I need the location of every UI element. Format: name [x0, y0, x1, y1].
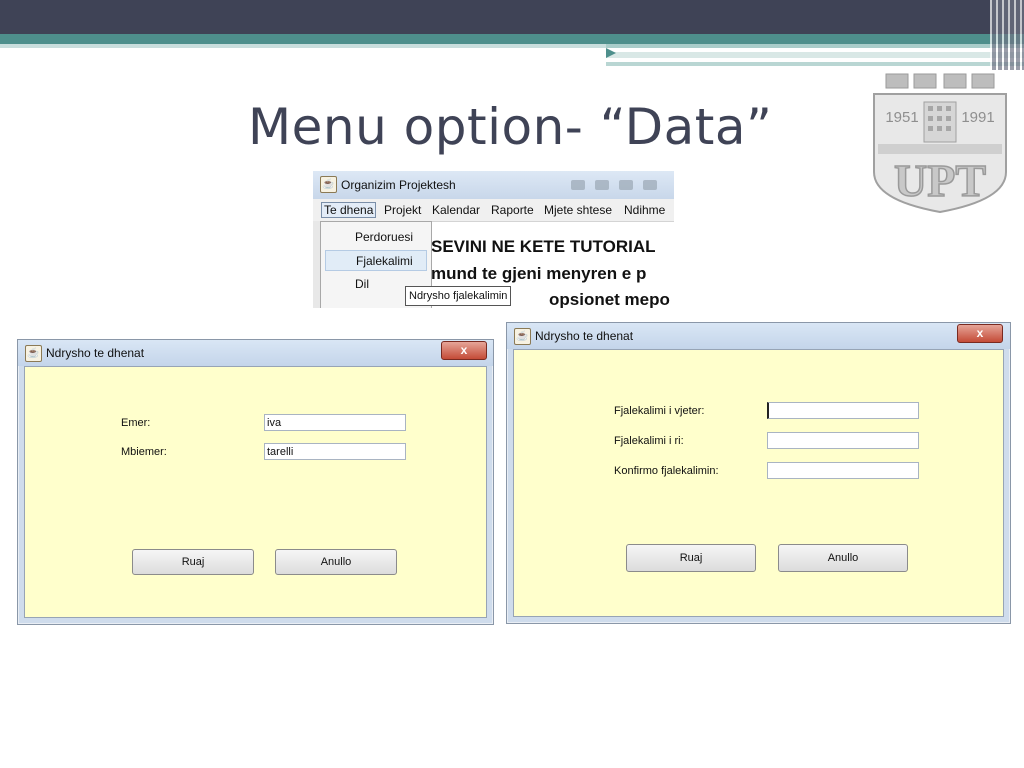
header-arrow [606, 48, 616, 58]
menu-te-dhena[interactable]: Te dhena [321, 202, 377, 218]
document-line: mund te gjeni menyren e p [431, 264, 647, 283]
password-titlebar: ☕ Ndrysho te dhenat x [507, 323, 1010, 349]
menu-window: ☕ Organizim Projektesh Te dhena Projekt … [313, 171, 674, 308]
menu-projekt[interactable]: Projekt [384, 203, 421, 217]
minimize-icon[interactable] [571, 180, 585, 190]
dropdown-item-perdoruesi[interactable]: Perdoruesi [325, 227, 427, 248]
new-password-input[interactable] [767, 432, 919, 449]
cancel-button[interactable]: Anullo [275, 549, 397, 575]
menu-window-title: Organizim Projektesh [341, 178, 456, 192]
menu-bar: Te dhena Projekt Kalendar Raporte Mjete … [313, 199, 674, 222]
user-data-titlebar: ☕ Ndrysho te dhenat x [18, 340, 493, 366]
header-band-teal [0, 34, 1024, 44]
user-data-body: Emer: iva Mbiemer: tarelli Ruaj Anullo [24, 366, 487, 618]
upt-logo: 1951 1991 UPT [873, 73, 1007, 214]
password-dialog: ☕ Ndrysho te dhenat x Fjalekalimi i vjet… [506, 322, 1011, 624]
java-cup-icon: ☕ [320, 176, 337, 193]
maximize-icon[interactable] [595, 180, 609, 190]
new-password-label: Fjalekalimi i ri: [614, 435, 684, 447]
last-name-label: Mbiemer: [121, 446, 167, 458]
menu-raporte[interactable]: Raporte [491, 203, 534, 217]
last-name-input[interactable]: tarelli [264, 443, 406, 460]
logo-year-left: 1951 [885, 109, 918, 126]
user-data-title: Ndrysho te dhenat [46, 346, 145, 360]
first-name-label: Emer: [121, 417, 151, 429]
close-button[interactable]: x [441, 341, 487, 360]
document-line: opsionet mepo [549, 290, 670, 308]
slide-title: Menu option- “Data” [248, 98, 773, 156]
confirm-password-label: Konfirmo fjalekalimin: [614, 465, 719, 477]
save-button[interactable]: Ruaj [626, 544, 756, 572]
restore-icon[interactable] [619, 180, 633, 190]
old-password-input[interactable] [767, 402, 919, 419]
save-button[interactable]: Ruaj [132, 549, 254, 575]
menu-kalendar[interactable]: Kalendar [432, 203, 480, 217]
confirm-password-input[interactable] [767, 462, 919, 479]
old-password-label: Fjalekalimi i vjeter: [614, 405, 705, 417]
logo-year-right: 1991 [961, 109, 994, 126]
tooltip: Ndrysho fjalekalimin [405, 286, 512, 306]
close-icon[interactable] [643, 180, 657, 190]
document-line: SEVINI NE KETE TUTORIAL [431, 237, 656, 256]
header-stripes [990, 0, 1024, 70]
java-cup-icon: ☕ [25, 345, 42, 362]
close-button[interactable]: x [957, 324, 1003, 343]
cancel-button[interactable]: Anullo [778, 544, 908, 572]
user-data-dialog: ☕ Ndrysho te dhenat x Emer: iva Mbiemer:… [17, 339, 494, 625]
header-band-dark [0, 0, 1024, 34]
menu-window-titlebar: ☕ Organizim Projektesh [313, 171, 674, 199]
dropdown-item-fjalekalimi[interactable]: Fjalekalimi [325, 250, 427, 271]
java-cup-icon: ☕ [514, 328, 531, 345]
password-body: Fjalekalimi i vjeter: Fjalekalimi i ri: … [513, 349, 1004, 617]
logo-text: UPT [894, 155, 986, 206]
menu-ndihme[interactable]: Ndihme [624, 203, 665, 217]
document-margin [313, 221, 320, 308]
menu-mjete-shtese[interactable]: Mjete shtese [544, 203, 612, 217]
header-band-right [606, 44, 1024, 70]
first-name-input[interactable]: iva [264, 414, 406, 431]
password-title: Ndrysho te dhenat [535, 329, 634, 343]
